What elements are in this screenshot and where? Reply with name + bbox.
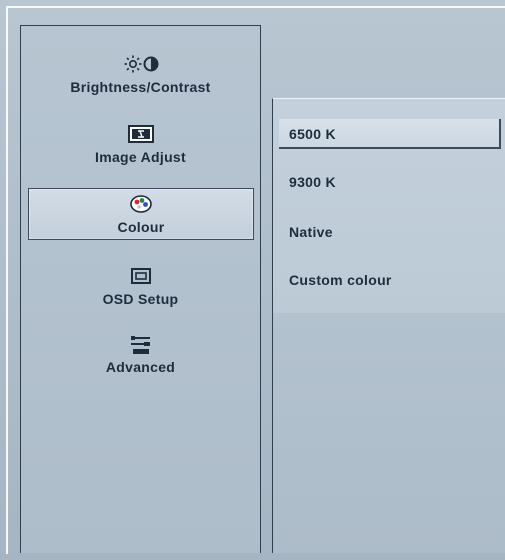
option-9300k[interactable]: 9300 K [279, 167, 501, 197]
osd-main-menu: Brightness/Contrast Image Adjust Colour … [20, 25, 261, 553]
option-custom-colour[interactable]: Custom colour [279, 265, 501, 295]
colour-submenu: 6500 K 9300 K Native Custom colour [272, 98, 505, 553]
menu-item-osd-setup[interactable]: OSD Setup [21, 266, 260, 307]
menu-item-image-adjust[interactable]: Image Adjust [21, 124, 260, 165]
option-6500k[interactable]: 6500 K [279, 119, 501, 149]
colour-options-list: 6500 K 9300 K Native Custom colour [273, 99, 505, 313]
menu-item-label: Advanced [105, 359, 176, 375]
colour-palette-icon [29, 194, 253, 214]
brightness-contrast-icon [21, 54, 260, 74]
advanced-settings-icon [21, 334, 260, 354]
option-native[interactable]: Native [279, 217, 501, 247]
menu-item-label: Image Adjust [95, 149, 186, 165]
osd-setup-icon [21, 266, 260, 286]
menu-item-brightness-contrast[interactable]: Brightness/Contrast [21, 54, 260, 95]
osd-screen: Brightness/Contrast Image Adjust Colour … [0, 0, 505, 560]
image-adjust-icon [21, 124, 260, 144]
menu-item-colour[interactable]: Colour [28, 188, 254, 240]
menu-item-advanced[interactable]: Advanced [21, 334, 260, 375]
menu-item-label: Brightness/Contrast [70, 79, 211, 95]
menu-item-label: OSD Setup [102, 291, 179, 307]
menu-item-label: Colour [117, 219, 165, 235]
